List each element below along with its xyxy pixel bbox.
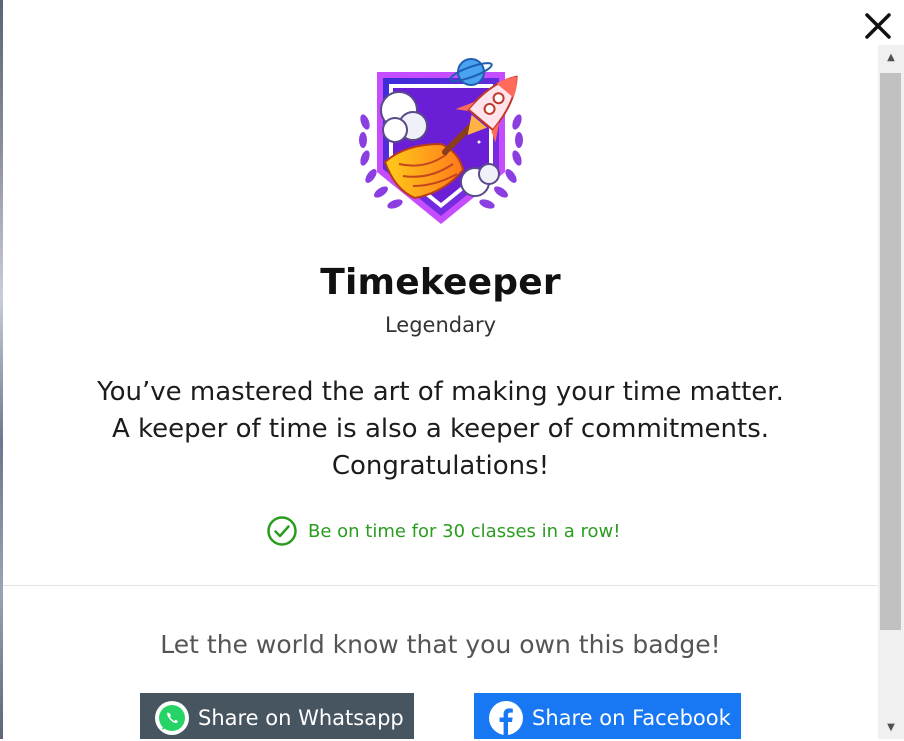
badge-title: Timekeeper xyxy=(320,262,561,303)
share-prompt: Let the world know that you own this bad… xyxy=(160,630,721,659)
checkmark-circle-icon xyxy=(267,516,297,546)
facebook-icon xyxy=(489,701,523,736)
scroll-down-arrow-icon[interactable]: ▼ xyxy=(878,715,904,741)
share-whatsapp-button[interactable]: Share on Whatsapp xyxy=(140,693,414,739)
description-line: Congratulations! xyxy=(331,451,550,481)
scrollbar-thumb[interactable] xyxy=(880,73,901,630)
divider xyxy=(3,585,878,586)
badge-requirement: Be on time for 30 classes in a row! xyxy=(266,515,620,547)
badge-description: You’ve mastered the art of making your t… xyxy=(3,374,878,485)
whatsapp-icon xyxy=(155,701,189,735)
badge-rarity: Legendary xyxy=(384,313,497,337)
close-button[interactable] xyxy=(862,10,894,42)
requirement-text: Be on time for 30 classes in a row! xyxy=(308,520,621,542)
description-line: You’ve mastered the art of making your t… xyxy=(97,377,784,407)
scroll-up-arrow-icon[interactable]: ▲ xyxy=(878,45,904,71)
share-whatsapp-label: Share on Whatsapp xyxy=(198,706,404,730)
vertical-scrollbar[interactable]: ▲ ▼ xyxy=(878,45,904,739)
badge-modal: Timekeeper Legendary You’ve mastered the… xyxy=(3,0,878,739)
close-icon xyxy=(865,13,891,39)
share-facebook-button[interactable]: Share on Facebook xyxy=(474,693,741,739)
share-facebook-label: Share on Facebook xyxy=(532,706,731,730)
description-line: A keeper of time is also a keeper of com… xyxy=(111,414,770,444)
timekeeper-badge-icon xyxy=(359,58,523,224)
